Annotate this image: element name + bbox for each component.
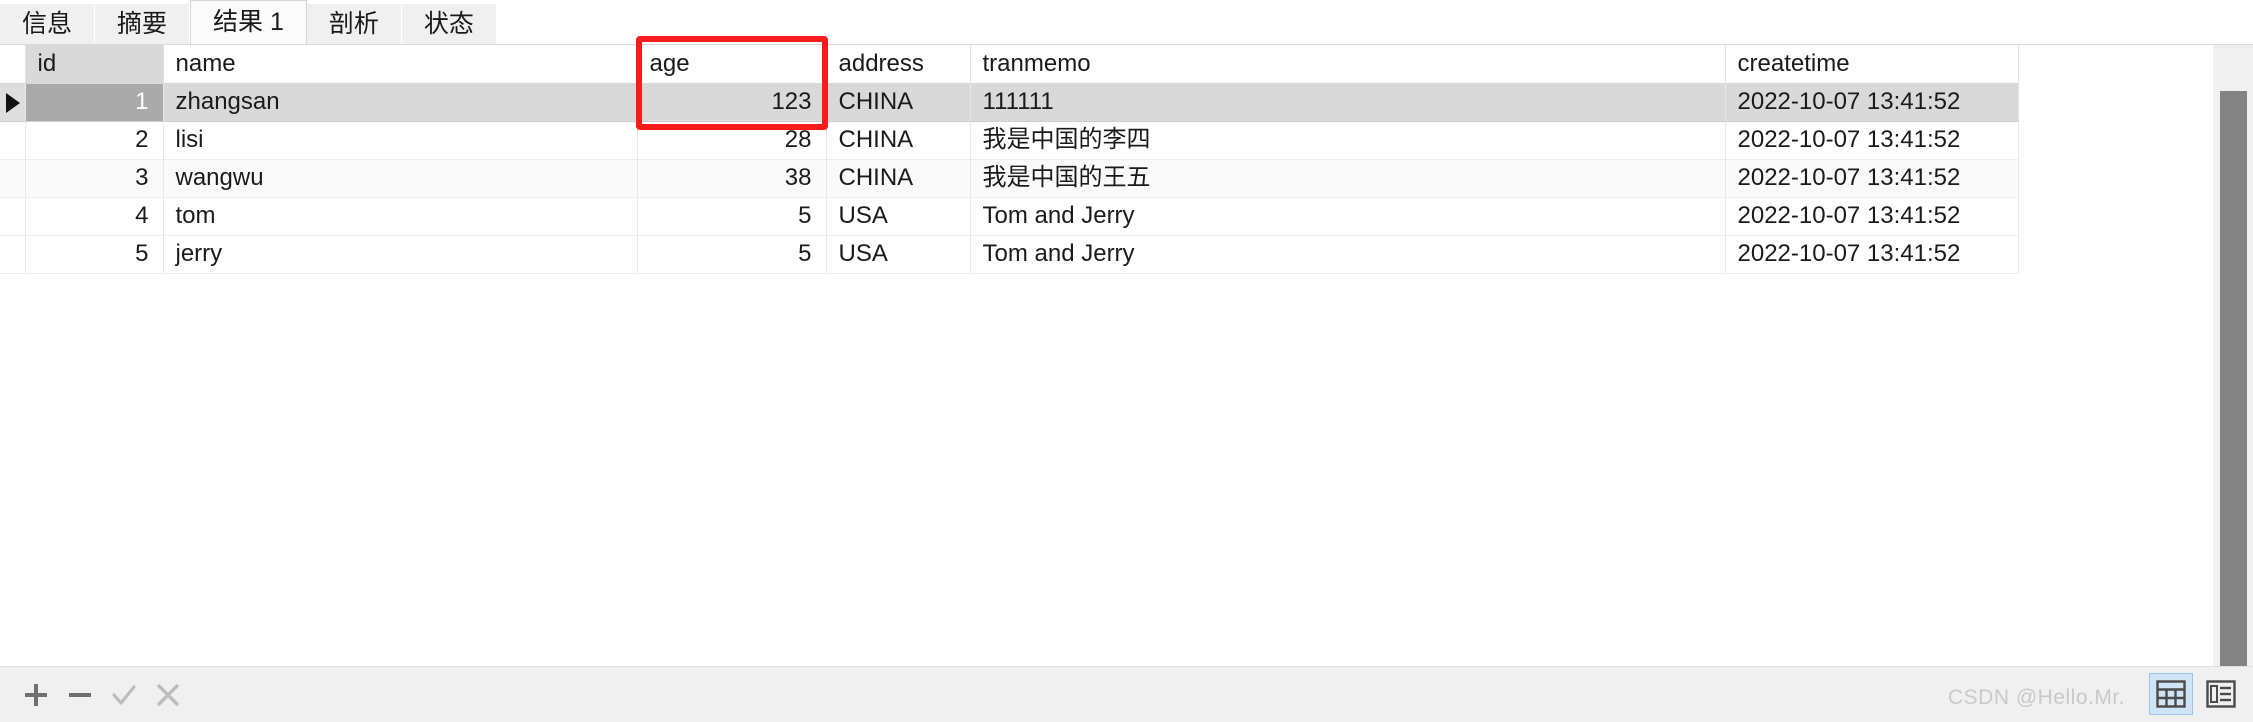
minus-icon [69, 693, 91, 697]
cell-name[interactable]: lisi [163, 121, 638, 160]
cell-tranmemo[interactable]: Tom and Jerry [970, 197, 1726, 236]
table-row[interactable]: 1 zhangsan 123 CHINA 111111 2022-10-07 1… [0, 83, 2019, 122]
column-header-tranmemo[interactable]: tranmemo [970, 45, 1726, 84]
cell-id[interactable]: 2 [25, 121, 164, 160]
row-marker-cell[interactable] [0, 235, 26, 274]
cell-id[interactable]: 3 [25, 159, 164, 198]
record-toolbar [0, 666, 2253, 722]
csdn-watermark: CSDN @Hello.Mr. [1947, 686, 2125, 709]
cell-name[interactable]: tom [163, 197, 638, 236]
row-marker-cell[interactable] [0, 83, 26, 122]
tab-profile[interactable]: 剖析 [306, 4, 402, 44]
column-header-address[interactable]: address [826, 45, 971, 84]
cell-address[interactable]: USA [826, 197, 971, 236]
view-mode-group [2149, 673, 2243, 715]
cell-tranmemo[interactable]: 111111 [970, 83, 1726, 122]
cell-createtime[interactable]: 2022-10-07 13:41:52 [1725, 159, 2019, 198]
result-grid-container: id name age address tranmemo createtime … [0, 44, 2253, 693]
play-triangle-icon [6, 92, 21, 113]
delete-record-button[interactable] [58, 675, 102, 715]
cell-createtime[interactable]: 2022-10-07 13:41:52 [1725, 197, 2019, 236]
table-body: 1 zhangsan 123 CHINA 111111 2022-10-07 1… [0, 83, 2019, 274]
tab-result-1[interactable]: 结果 1 [190, 0, 307, 44]
table-row[interactable]: 2 lisi 28 CHINA 我是中国的李四 2022-10-07 13:41… [0, 121, 2019, 160]
check-icon [112, 685, 136, 705]
cell-name[interactable]: jerry [163, 235, 638, 274]
table-row[interactable]: 3 wangwu 38 CHINA 我是中国的王五 2022-10-07 13:… [0, 159, 2019, 198]
cell-createtime[interactable]: 2022-10-07 13:41:52 [1725, 235, 2019, 274]
column-header-createtime[interactable]: createtime [1725, 45, 2019, 84]
grid-icon [2156, 680, 2186, 708]
cell-tranmemo[interactable]: 我是中国的王五 [970, 159, 1726, 198]
cell-age[interactable]: 38 [637, 159, 827, 198]
header-row-marker [0, 45, 26, 84]
result-data-table[interactable]: id name age address tranmemo createtime … [0, 45, 2019, 274]
cell-address[interactable]: CHINA [826, 159, 971, 198]
table-header-row: id name age address tranmemo createtime [0, 45, 2019, 84]
form-icon [2206, 680, 2236, 708]
result-grid-scroll-area[interactable]: id name age address tranmemo createtime … [0, 45, 2212, 667]
cell-age[interactable]: 123 [637, 83, 827, 122]
cell-tranmemo[interactable]: Tom and Jerry [970, 235, 1726, 274]
apply-changes-button[interactable] [102, 675, 146, 715]
tab-status[interactable]: 状态 [401, 4, 497, 44]
grid-view-button[interactable] [2149, 673, 2193, 715]
cell-tranmemo[interactable]: 我是中国的李四 [970, 121, 1726, 160]
cell-address[interactable]: USA [826, 235, 971, 274]
column-header-name[interactable]: name [163, 45, 638, 84]
form-view-button[interactable] [2199, 673, 2243, 715]
table-row[interactable]: 5 jerry 5 USA Tom and Jerry 2022-10-07 1… [0, 235, 2019, 274]
record-action-group [14, 675, 190, 715]
tab-summary[interactable]: 摘要 [95, 4, 191, 44]
cell-id[interactable]: 5 [25, 235, 164, 274]
table-row[interactable]: 4 tom 5 USA Tom and Jerry 2022-10-07 13:… [0, 197, 2019, 236]
cell-createtime[interactable]: 2022-10-07 13:41:52 [1725, 121, 2019, 160]
cell-id[interactable]: 4 [25, 197, 164, 236]
cell-address[interactable]: CHINA [826, 121, 971, 160]
row-marker-cell[interactable] [0, 121, 26, 160]
cell-createtime[interactable]: 2022-10-07 13:41:52 [1725, 83, 2019, 122]
cell-age[interactable]: 5 [637, 235, 827, 274]
row-marker-cell[interactable] [0, 197, 26, 236]
result-tab-bar: 信息 摘要 结果 1 剖析 状态 [0, 0, 2253, 44]
cell-id[interactable]: 1 [25, 83, 164, 122]
tab-info[interactable]: 信息 [0, 4, 96, 44]
cell-age[interactable]: 5 [637, 197, 827, 236]
vertical-scrollbar[interactable] [2212, 45, 2253, 693]
column-header-id[interactable]: id [25, 45, 164, 84]
row-marker-cell[interactable] [0, 159, 26, 198]
cell-address[interactable]: CHINA [826, 83, 971, 122]
cancel-changes-button[interactable] [146, 675, 190, 715]
query-result-panel: 信息 摘要 结果 1 剖析 状态 id name age address tra… [0, 0, 2253, 722]
column-header-age[interactable]: age [637, 45, 827, 84]
vertical-scrollbar-thumb[interactable] [2220, 91, 2247, 693]
cell-name[interactable]: wangwu [163, 159, 638, 198]
cell-name[interactable]: zhangsan [163, 83, 638, 122]
add-record-button[interactable] [14, 675, 58, 715]
cell-age[interactable]: 28 [637, 121, 827, 160]
cross-icon [157, 684, 179, 706]
plus-icon [25, 684, 47, 706]
